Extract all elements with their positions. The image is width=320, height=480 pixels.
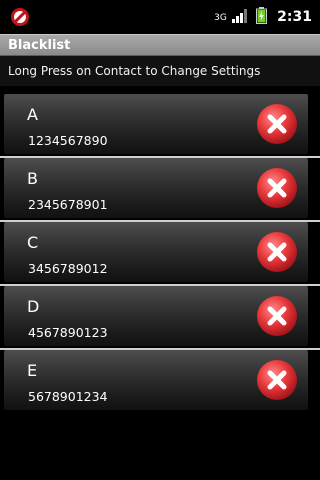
page-title: Blacklist xyxy=(0,34,320,56)
network-3g-icon: 3G xyxy=(214,12,227,23)
contact-name: C xyxy=(27,233,39,252)
contact-item-b[interactable]: B 2345678901 xyxy=(4,158,308,218)
delete-x-icon xyxy=(257,296,297,336)
contact-number: 4567890123 xyxy=(28,325,108,340)
contact-number: 3456789012 xyxy=(28,261,108,276)
delete-x-icon xyxy=(257,168,297,208)
signal-bars-icon xyxy=(232,8,248,27)
contact-number: 5678901234 xyxy=(28,389,108,404)
delete-x-icon xyxy=(257,232,297,272)
contact-number: 1234567890 xyxy=(28,133,108,148)
app-logo-icon xyxy=(10,7,30,27)
contact-name: A xyxy=(27,105,38,124)
delete-x-icon xyxy=(257,360,297,400)
contact-item-a[interactable]: A 1234567890 xyxy=(4,94,308,154)
status-bar: 3G 2:31 xyxy=(0,0,320,34)
delete-contact-button[interactable] xyxy=(256,359,298,401)
status-time: 2:31 xyxy=(277,9,312,25)
contact-name: D xyxy=(27,297,40,316)
status-right: 3G 2:31 xyxy=(214,0,312,34)
delete-contact-button[interactable] xyxy=(256,103,298,145)
delete-contact-button[interactable] xyxy=(256,295,298,337)
battery-charging-icon xyxy=(256,6,268,28)
delete-contact-button[interactable] xyxy=(256,167,298,209)
instruction-text: Long Press on Contact to Change Settings xyxy=(0,56,320,86)
contact-name: E xyxy=(27,361,38,380)
delete-x-icon xyxy=(257,104,297,144)
contact-item-c[interactable]: C 3456789012 xyxy=(4,222,308,282)
contact-item-d[interactable]: D 4567890123 xyxy=(4,286,308,346)
contact-name: B xyxy=(27,169,38,188)
delete-contact-button[interactable] xyxy=(256,231,298,273)
screen: 3G 2:31 Blacklist Long Press on Contact … xyxy=(0,0,320,480)
contact-number: 2345678901 xyxy=(28,197,108,212)
contact-item-e[interactable]: E 5678901234 xyxy=(4,350,308,410)
